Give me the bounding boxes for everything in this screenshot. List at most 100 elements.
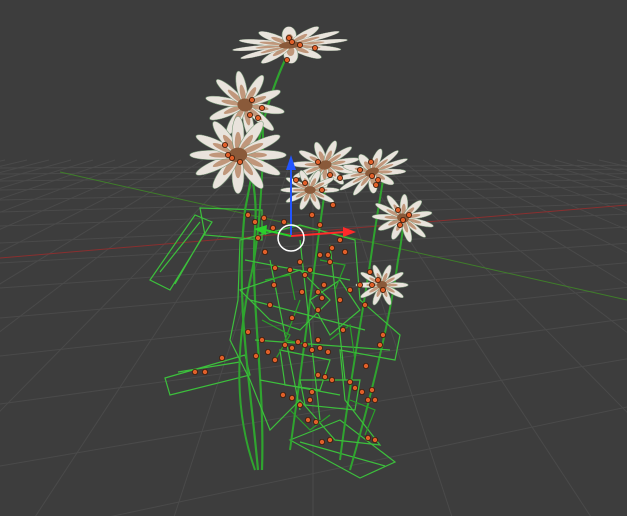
vertex-point[interactable] bbox=[316, 344, 323, 351]
vertex-point[interactable] bbox=[379, 286, 386, 293]
vertex-point[interactable] bbox=[314, 158, 321, 165]
vertex-point[interactable] bbox=[252, 352, 259, 359]
vertex-point[interactable] bbox=[304, 416, 311, 423]
vertex-point[interactable] bbox=[283, 57, 290, 64]
vertex-point[interactable] bbox=[288, 394, 295, 401]
vertex-point[interactable] bbox=[288, 344, 295, 351]
vertex-point[interactable] bbox=[316, 221, 323, 228]
vertex-point[interactable] bbox=[371, 436, 378, 443]
vertex-point[interactable] bbox=[336, 236, 343, 243]
vertex-point[interactable] bbox=[281, 341, 288, 348]
vertex-point[interactable] bbox=[346, 378, 353, 385]
vertex-point[interactable] bbox=[318, 294, 325, 301]
vertex-point[interactable] bbox=[264, 348, 271, 355]
vertex-point[interactable] bbox=[329, 201, 336, 208]
vertex-point[interactable] bbox=[368, 281, 375, 288]
vertex-point[interactable] bbox=[306, 266, 313, 273]
vertex-point[interactable] bbox=[364, 434, 371, 441]
vertex-point[interactable] bbox=[346, 286, 353, 293]
vertex-point[interactable] bbox=[298, 288, 305, 295]
vertex-point[interactable] bbox=[254, 115, 261, 122]
vertex-point[interactable] bbox=[372, 181, 379, 188]
vertex-point[interactable] bbox=[368, 386, 375, 393]
vertex-point[interactable] bbox=[324, 348, 331, 355]
vertex-point[interactable] bbox=[280, 218, 287, 225]
vertex-point[interactable] bbox=[301, 341, 308, 348]
vertex-point[interactable] bbox=[396, 221, 403, 228]
vertex-point[interactable] bbox=[326, 436, 333, 443]
vertex-point[interactable] bbox=[356, 166, 363, 173]
vertex-point[interactable] bbox=[270, 281, 277, 288]
vertex-point[interactable] bbox=[336, 296, 343, 303]
vertex-point[interactable] bbox=[308, 211, 315, 218]
vertex-point[interactable] bbox=[328, 244, 335, 251]
vertex-point[interactable] bbox=[358, 388, 365, 395]
vertex-point[interactable] bbox=[314, 336, 321, 343]
vertex-point[interactable] bbox=[292, 176, 299, 183]
vertex-point[interactable] bbox=[288, 39, 295, 46]
viewport-canvas[interactable] bbox=[0, 0, 627, 516]
vertex-point[interactable] bbox=[191, 368, 198, 375]
vertex-point[interactable] bbox=[271, 356, 278, 363]
vertex-point[interactable] bbox=[236, 158, 243, 165]
vertex-point[interactable] bbox=[269, 224, 276, 231]
vertex-point[interactable] bbox=[258, 105, 265, 112]
vertex-point[interactable] bbox=[244, 328, 251, 335]
vertex-point[interactable] bbox=[316, 251, 323, 258]
vertex-point[interactable] bbox=[376, 341, 383, 348]
vertex-point[interactable] bbox=[308, 388, 315, 395]
vertex-point[interactable] bbox=[356, 281, 363, 288]
vertex-point[interactable] bbox=[336, 174, 343, 181]
vertex-point[interactable] bbox=[314, 371, 321, 378]
vertex-point[interactable] bbox=[224, 151, 231, 158]
vertex-point[interactable] bbox=[308, 346, 315, 353]
vertex-point[interactable] bbox=[311, 45, 318, 52]
vertex-point[interactable] bbox=[244, 211, 251, 218]
vertex-point[interactable] bbox=[321, 373, 328, 380]
vertex-point[interactable] bbox=[296, 42, 303, 49]
3d-viewport[interactable] bbox=[0, 0, 627, 516]
vertex-point[interactable] bbox=[394, 206, 401, 213]
vertex-point[interactable] bbox=[271, 264, 278, 271]
vertex-point[interactable] bbox=[318, 438, 325, 445]
vertex-point[interactable] bbox=[314, 306, 321, 313]
vertex-point[interactable] bbox=[326, 258, 333, 265]
vertex-point[interactable] bbox=[288, 314, 295, 321]
vertex-point[interactable] bbox=[286, 266, 293, 273]
vertex-point[interactable] bbox=[246, 112, 253, 119]
vertex-point[interactable] bbox=[328, 376, 335, 383]
vertex-point[interactable] bbox=[361, 301, 368, 308]
vertex-point[interactable] bbox=[374, 176, 381, 183]
vertex-point[interactable] bbox=[258, 336, 265, 343]
vertex-point[interactable] bbox=[371, 396, 378, 403]
vertex-point[interactable] bbox=[399, 216, 406, 223]
vertex-point[interactable] bbox=[306, 396, 313, 403]
vertex-point[interactable] bbox=[326, 171, 333, 178]
vertex-point[interactable] bbox=[318, 186, 325, 193]
vertex-point[interactable] bbox=[294, 338, 301, 345]
vertex-point[interactable] bbox=[351, 384, 358, 391]
vertex-point[interactable] bbox=[320, 281, 327, 288]
vertex-point[interactable] bbox=[301, 271, 308, 278]
vertex-point[interactable] bbox=[201, 368, 208, 375]
vertex-point[interactable] bbox=[366, 268, 373, 275]
vertex-point[interactable] bbox=[341, 248, 348, 255]
vertex-point[interactable] bbox=[296, 258, 303, 265]
vertex-point[interactable] bbox=[405, 211, 412, 218]
vertex-point[interactable] bbox=[312, 418, 319, 425]
vertex-point[interactable] bbox=[261, 248, 268, 255]
vertex-point[interactable] bbox=[362, 362, 369, 369]
vertex-point[interactable] bbox=[296, 401, 303, 408]
vertex-point[interactable] bbox=[301, 179, 308, 186]
vertex-point[interactable] bbox=[251, 218, 258, 225]
vertex-point[interactable] bbox=[379, 331, 386, 338]
vertex-point[interactable] bbox=[279, 391, 286, 398]
vertex-point[interactable] bbox=[221, 141, 228, 148]
vertex-point[interactable] bbox=[368, 172, 375, 179]
vertex-point[interactable] bbox=[218, 354, 225, 361]
vertex-point[interactable] bbox=[364, 396, 371, 403]
vertex-point[interactable] bbox=[260, 214, 267, 221]
vertex-point[interactable] bbox=[266, 301, 273, 308]
vertex-point[interactable] bbox=[314, 288, 321, 295]
vertex-point[interactable] bbox=[324, 251, 331, 258]
